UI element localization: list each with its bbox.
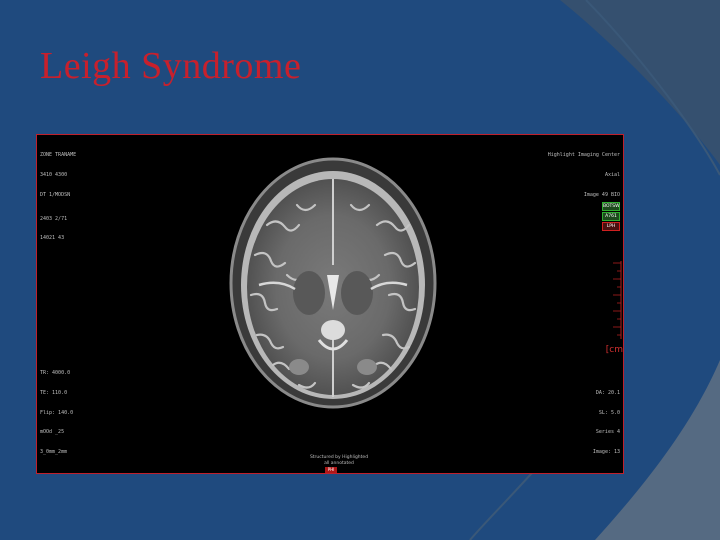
- overlay-line: DT 1/MODSN: [40, 191, 71, 198]
- viewer-footer: Structured by Highlighted all annotated: [299, 455, 379, 467]
- overlay-line: 14021 43: [40, 235, 65, 242]
- scale-ruler: [613, 261, 622, 339]
- overlay-line: Axial: [604, 171, 620, 178]
- overlay-line: TE: 110.0: [40, 389, 68, 396]
- overlay-line: Image: 13: [592, 449, 620, 456]
- overlay-line: 2403 2/71: [40, 215, 68, 222]
- overlay-line: 3_0mm_2mm: [40, 449, 68, 456]
- overlay-line: mOOd _25: [40, 429, 65, 436]
- footer-line: all annotated: [324, 461, 354, 466]
- overlay-line: TR: 4000.0: [40, 370, 71, 377]
- overlay-line: 3410 4300: [40, 171, 68, 178]
- scale-unit-label: [cm: [605, 345, 623, 355]
- overlay-line: SL: 5.0: [598, 409, 620, 416]
- overlay-line: DA: 20.1: [595, 389, 620, 396]
- overlay-line: Flip: 140.0: [40, 409, 74, 416]
- overlay-line: Image 49 BIO: [583, 191, 620, 198]
- overlay-bottom-right: DA: 20.1 SL: 5.0 Series 4 Image: 13: [593, 377, 620, 469]
- orientation-tag: BOTSW: [602, 202, 620, 211]
- brain-mri-image: [229, 157, 437, 409]
- overlay-line: ZONE TRANAME: [40, 152, 77, 159]
- mri-viewer[interactable]: ZONE TRANAME 3410 4300 DT 1/MODSN 2403 2…: [36, 134, 624, 474]
- orientation-tag: LPH: [602, 222, 620, 231]
- overlay-line: Series 4: [595, 429, 620, 436]
- slide-title: Leigh Syndrome: [40, 45, 302, 87]
- overlay-line: Highlight Imaging Center: [547, 152, 620, 159]
- overlay-bottom-left: TR: 4000.0 TE: 110.0 Flip: 140.0 mOOd _2…: [40, 357, 73, 469]
- orientation-tag: A761: [602, 212, 620, 221]
- footer-badge: PHI: [325, 467, 337, 473]
- overlay-top-left: ZONE TRANAME 3410 4300 DT 1/MODSN 2403 2…: [40, 139, 76, 255]
- overlay-top-right: Highlight Imaging Center Axial Image 49 …: [548, 139, 620, 212]
